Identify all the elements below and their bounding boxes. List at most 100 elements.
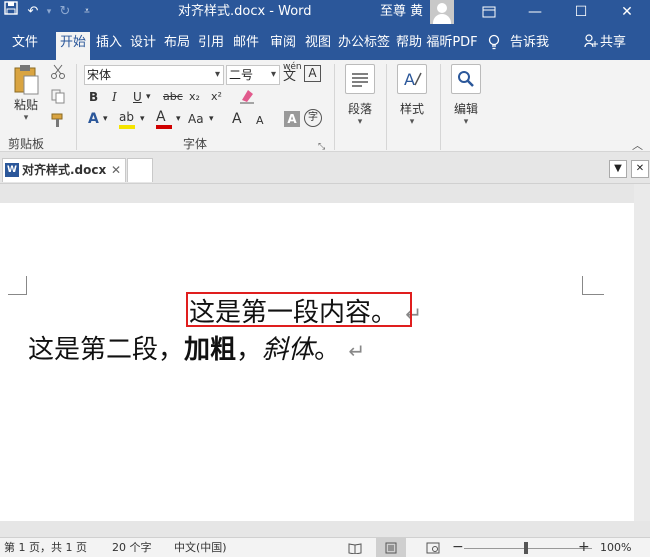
- paragraph-2-text: 这是第二段，: [28, 335, 185, 365]
- underline-button[interactable]: U: [133, 88, 142, 106]
- customize-qat-icon[interactable]: ⩡: [76, 0, 98, 24]
- read-mode-icon[interactable]: [348, 538, 362, 557]
- close-icon[interactable]: ✕: [604, 0, 650, 24]
- page-count[interactable]: 第 1 页，共 1 页: [4, 538, 87, 557]
- tab-list-dropdown-icon[interactable]: ▼: [609, 160, 627, 178]
- superscript-button[interactable]: x²: [211, 88, 222, 106]
- clear-formatting-icon[interactable]: [238, 88, 256, 109]
- chevron-down-icon: ▾: [270, 69, 276, 80]
- language-indicator[interactable]: 中文(中国): [174, 538, 227, 557]
- share-icon[interactable]: [584, 34, 598, 52]
- tab-file[interactable]: 文件: [6, 32, 44, 60]
- tab-view[interactable]: 视图: [302, 32, 334, 60]
- separator: [440, 64, 441, 150]
- undo-dropdown-icon[interactable]: ▾: [44, 0, 54, 24]
- paragraph-mark-icon: ↵: [348, 339, 366, 363]
- tab-design[interactable]: 设计: [127, 32, 159, 60]
- styles-icon: A: [397, 64, 427, 94]
- chevron-down-icon[interactable]: ▾: [176, 110, 181, 128]
- italic-button[interactable]: I: [112, 88, 117, 106]
- tell-me-box[interactable]: 告诉我: [510, 32, 554, 60]
- underline-dropdown-icon[interactable]: ▾: [146, 88, 151, 106]
- enclose-characters-button[interactable]: 字: [304, 109, 322, 127]
- copy-icon[interactable]: [50, 88, 66, 109]
- format-painter-icon[interactable]: [50, 112, 66, 133]
- subscript-button[interactable]: x₂: [189, 88, 200, 106]
- chevron-down-icon[interactable]: ▾: [103, 110, 108, 128]
- lightbulb-icon[interactable]: [488, 34, 500, 54]
- search-icon: [451, 64, 481, 94]
- char-border-button[interactable]: A: [304, 65, 321, 82]
- word-count[interactable]: 20 个字: [112, 538, 152, 557]
- margin-corner-mark: [582, 276, 604, 295]
- chevron-down-icon[interactable]: ▾: [140, 110, 145, 128]
- redo-icon[interactable]: ↻: [54, 0, 76, 24]
- ribbon-display-icon[interactable]: [466, 0, 512, 24]
- font-size-combo[interactable]: 二号 ▾: [226, 65, 280, 85]
- chevron-down-icon: ▾: [214, 69, 220, 80]
- paragraph-2-italic-text: 斜体: [262, 335, 315, 365]
- share-button[interactable]: 共享: [600, 32, 634, 60]
- text-effects-button[interactable]: A: [88, 110, 99, 128]
- paragraph-2-end: 。: [314, 335, 341, 365]
- paste-label: 粘贴: [13, 98, 38, 112]
- zoom-slider-thumb[interactable]: [524, 542, 528, 554]
- tab-mailings[interactable]: 邮件: [229, 32, 263, 60]
- styles-label: 样式: [399, 102, 424, 116]
- web-layout-icon[interactable]: [426, 538, 440, 557]
- tab-home[interactable]: 开始: [56, 32, 90, 60]
- font-group-label: 字体: [183, 137, 208, 151]
- styles-button[interactable]: A 样式 ▾: [394, 64, 430, 127]
- zoom-in-button[interactable]: +: [578, 538, 590, 556]
- tab-layout[interactable]: 布局: [161, 32, 193, 60]
- zoom-slider-track[interactable]: [464, 548, 592, 549]
- selection-highlight-box: [186, 292, 412, 327]
- maximize-icon[interactable]: ☐: [558, 0, 604, 24]
- svg-text:A: A: [404, 70, 415, 89]
- char-shading-button[interactable]: A: [284, 111, 300, 127]
- paste-icon: [14, 65, 39, 95]
- save-icon[interactable]: [0, 0, 22, 24]
- vertical-scrollbar[interactable]: [634, 184, 650, 521]
- highlight-button[interactable]: ab: [119, 108, 139, 129]
- document-tab[interactable]: W 对齐样式.docx ✕: [2, 158, 126, 182]
- tab-insert[interactable]: 插入: [93, 32, 125, 60]
- tab-references[interactable]: 引用: [195, 32, 227, 60]
- paragraph-label: 段落: [347, 102, 372, 116]
- change-case-button[interactable]: Aa: [188, 110, 204, 128]
- tab-help[interactable]: 帮助: [393, 32, 425, 60]
- grow-font-button[interactable]: A: [232, 110, 242, 128]
- zoom-out-button[interactable]: −: [452, 538, 464, 556]
- bold-button[interactable]: B: [89, 88, 98, 106]
- editing-button[interactable]: 编辑 ▾: [448, 64, 484, 127]
- chevron-down-icon: ▾: [357, 117, 363, 127]
- paragraph-button[interactable]: 段落 ▾: [342, 64, 378, 127]
- phonetic-guide-button[interactable]: wén 文: [283, 62, 302, 83]
- undo-icon[interactable]: ↶: [22, 0, 44, 24]
- tab-office-tab[interactable]: 办公标签: [336, 32, 392, 60]
- font-color-button[interactable]: A: [156, 108, 174, 129]
- minimize-icon[interactable]: —: [512, 0, 558, 24]
- tab-review[interactable]: 审阅: [266, 32, 300, 60]
- paragraph-2[interactable]: 这是第二段，加粗，斜体。 ↵: [28, 329, 365, 366]
- chevron-down-icon[interactable]: ▾: [209, 110, 214, 128]
- paste-button[interactable]: 粘贴 ▾: [6, 64, 46, 123]
- shrink-font-button[interactable]: A: [256, 112, 264, 130]
- highlight-swatch: [119, 125, 135, 129]
- quick-access-toolbar: ↶ ▾ ↻ ⩡: [0, 0, 98, 24]
- editing-label: 编辑: [453, 102, 478, 116]
- new-tab-button[interactable]: [127, 158, 153, 182]
- font-name-combo[interactable]: 宋体 ▾: [84, 65, 224, 85]
- tab-foxit-pdf[interactable]: 福昕PDF: [426, 32, 478, 60]
- paste-dropdown-icon[interactable]: ▾: [6, 113, 46, 123]
- document-tab-bar: W 对齐样式.docx ✕ ▼ ✕: [0, 152, 650, 184]
- close-tab-icon[interactable]: ✕: [111, 159, 121, 181]
- avatar[interactable]: [430, 0, 454, 24]
- print-layout-icon[interactable]: [376, 538, 406, 557]
- user-name[interactable]: 至尊 黄: [380, 0, 423, 24]
- ribbon: 粘贴 ▾ 剪贴板 宋体 ▾ 二号 ▾ wén 文 A B I U ▾ abc x₂…: [0, 60, 650, 152]
- cut-icon[interactable]: [50, 64, 66, 85]
- zoom-level[interactable]: 100%: [600, 538, 631, 557]
- strikethrough-button[interactable]: abc: [163, 88, 183, 106]
- close-document-icon[interactable]: ✕: [631, 160, 649, 178]
